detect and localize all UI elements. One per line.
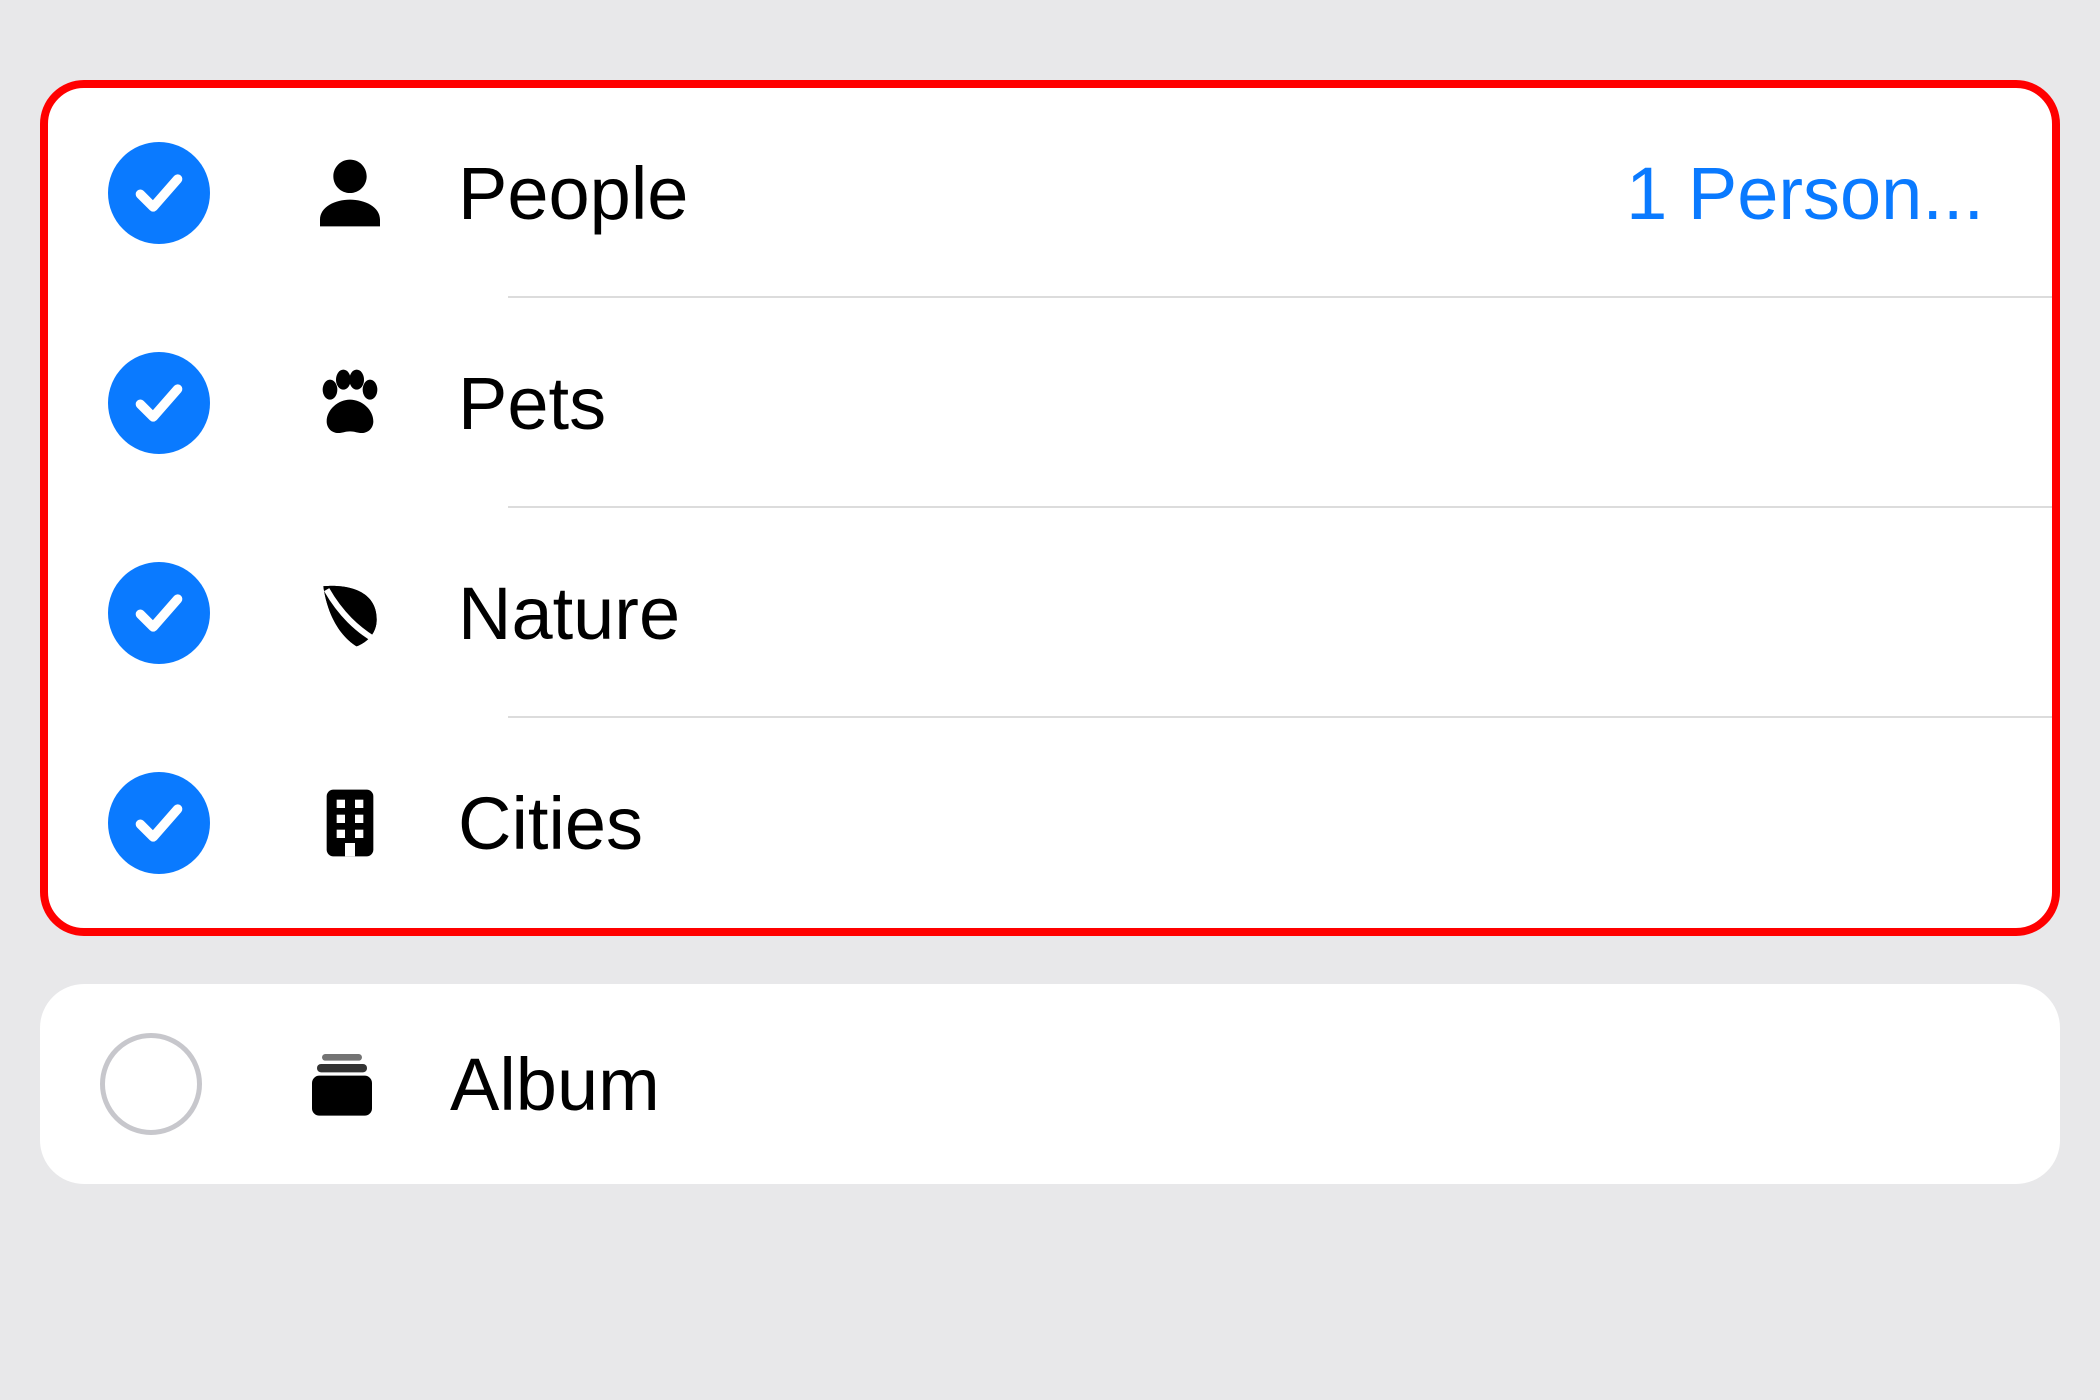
label-pets: Pets [458,361,1992,446]
label-cities: Cities [458,781,1992,866]
checkmark-icon [131,375,187,431]
row-cities[interactable]: Cities [48,718,2052,928]
label-album: Album [450,1042,2000,1127]
paw-icon [306,359,394,447]
album-icon [298,1040,386,1128]
checkbox-cities[interactable] [108,772,210,874]
leaf-icon [306,569,394,657]
category-group-highlighted: People 1 Person... Pets Nature Cities [40,80,2060,936]
trailing-people[interactable]: 1 Person... [1626,151,1984,236]
row-nature[interactable]: Nature [48,508,2052,718]
checkbox-album[interactable] [100,1033,202,1135]
building-icon [306,779,394,867]
person-icon [306,149,394,237]
checkmark-icon [131,585,187,641]
checkbox-pets[interactable] [108,352,210,454]
label-nature: Nature [458,571,1992,656]
checkbox-people[interactable] [108,142,210,244]
row-people[interactable]: People 1 Person... [48,88,2052,298]
checkbox-nature[interactable] [108,562,210,664]
label-people: People [458,151,1626,236]
checkmark-icon [131,795,187,851]
checkmark-icon [131,165,187,221]
row-album[interactable]: Album [40,984,2060,1184]
category-group-secondary: Album [40,984,2060,1184]
row-pets[interactable]: Pets [48,298,2052,508]
